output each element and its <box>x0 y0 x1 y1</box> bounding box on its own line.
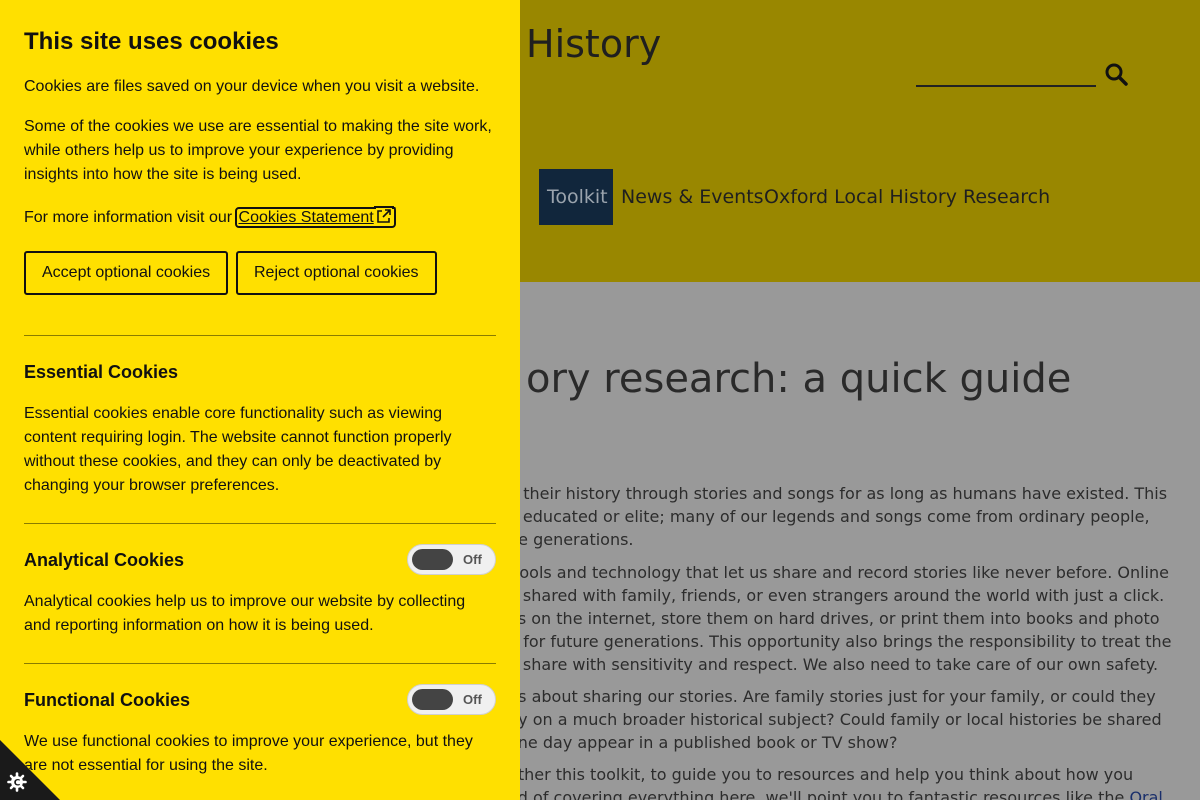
content-paragraph: g their history through stories and song… <box>508 484 1168 549</box>
accept-optional-cookies-button[interactable]: Accept optional cookies <box>24 251 229 295</box>
divider <box>24 523 496 524</box>
toggle-knob <box>412 689 453 710</box>
cookie-more-info-label: For more information visit our <box>24 209 237 226</box>
cookies-statement-label: Cookies Statement <box>238 209 374 226</box>
functional-cookies-heading: Functional Cookies <box>24 690 191 710</box>
search-button[interactable] <box>1104 62 1130 88</box>
content-paragraph: tools and technology that let us share a… <box>508 563 1172 674</box>
functional-cookies-toggle[interactable]: Off <box>407 684 496 715</box>
nav-item-news-events[interactable]: News & Events <box>613 169 772 225</box>
cookie-panel-title: This site uses cookies <box>24 28 279 55</box>
toggle-knob <box>412 549 453 570</box>
essential-cookies-heading: Essential Cookies <box>24 362 179 382</box>
functional-cookies-text: We use functional cookies to improve you… <box>24 733 473 774</box>
reject-optional-cookies-button[interactable]: Reject optional cookies <box>236 251 437 295</box>
content-paragraph-text: ether this toolkit, to guide you to reso… <box>508 765 1134 800</box>
toggle-state-label: Off <box>463 552 482 567</box>
oral-history-link[interactable]: Oral <box>1129 788 1162 800</box>
divider <box>24 663 496 664</box>
cookie-intro-text: Cookies are files saved on your device w… <box>24 78 480 95</box>
search-input[interactable] <box>916 62 1096 87</box>
site-title[interactable]: History <box>526 22 661 66</box>
cookie-consent-panel: This site uses cookies Cookies are files… <box>0 0 520 800</box>
cookies-statement-link[interactable]: Cookies Statement <box>234 207 396 228</box>
cookie-more-info: For more information visit our Cookies S… <box>24 206 504 230</box>
essential-cookies-text: Essential cookies enable core functional… <box>24 405 452 494</box>
analytical-cookies-text: Analytical cookies help us to improve ou… <box>24 593 466 634</box>
search-icon <box>1105 63 1128 86</box>
nav-item-toolkit[interactable]: Toolkit <box>539 169 613 225</box>
content-paragraph: ether this toolkit, to guide you to reso… <box>508 763 1163 800</box>
analytical-cookies-toggle[interactable]: Off <box>407 544 496 575</box>
toggle-state-label: Off <box>463 692 482 707</box>
nav-item-oxford-local-history-research[interactable]: Oxford Local History Research <box>756 169 1058 225</box>
page-title: ory research: a quick guide <box>526 356 1072 402</box>
content-paragraph: ns about sharing our stories. Are family… <box>508 687 1162 752</box>
svg-text:C: C <box>14 779 21 789</box>
cookie-icon[interactable]: C <box>7 772 27 792</box>
cookie-body-text: Some of the cookies we use are essential… <box>24 118 492 183</box>
external-link-icon <box>376 209 391 223</box>
analytical-cookies-heading: Analytical Cookies <box>24 550 185 570</box>
divider <box>24 335 496 336</box>
